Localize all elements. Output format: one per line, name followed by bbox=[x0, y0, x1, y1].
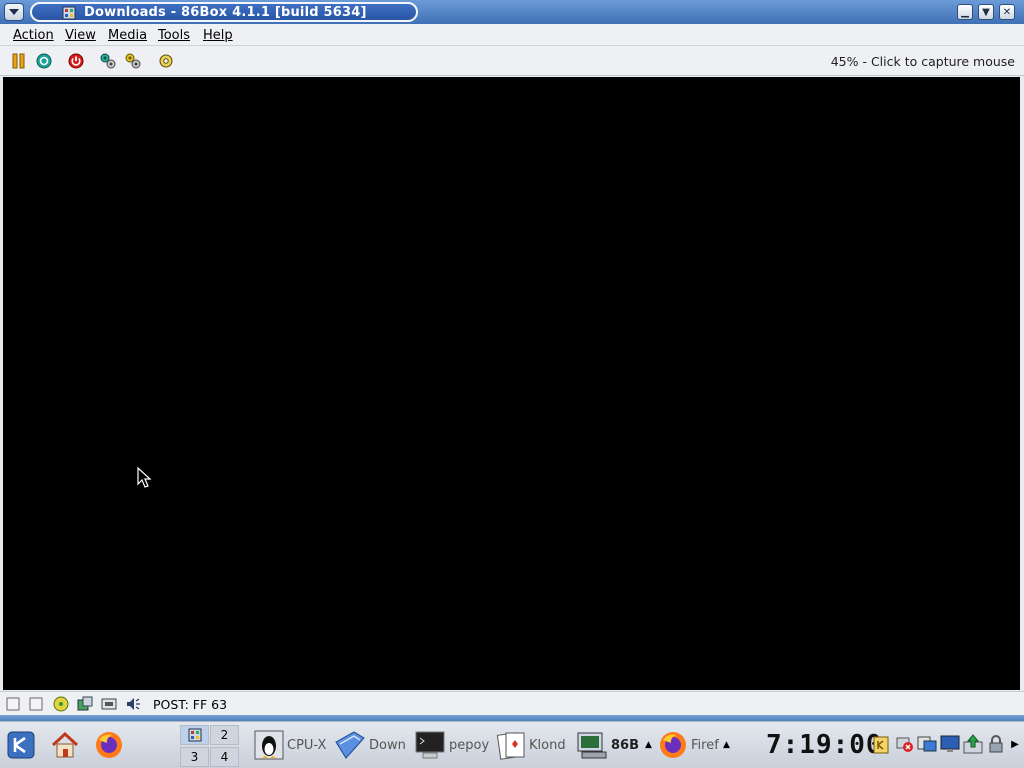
pause-button[interactable] bbox=[10, 52, 28, 70]
title-bar: Downloads - 86Box 4.1.1 [build 5634] ▁ ▼… bbox=[0, 0, 1024, 24]
hard-disk-icon[interactable] bbox=[77, 696, 93, 712]
pause-icon bbox=[12, 53, 25, 69]
task-terminal[interactable]: pepoy bbox=[414, 728, 492, 762]
taskbar: 2 3 4 CPU-X Down pepoy Klond 86B ▲ Firef… bbox=[0, 721, 1024, 768]
power-button[interactable] bbox=[67, 52, 85, 70]
pager-desktop-3[interactable]: 3 bbox=[180, 747, 209, 767]
start-menu-button[interactable] bbox=[5, 729, 37, 761]
mouse-cursor-icon bbox=[137, 467, 152, 488]
firefox-launcher[interactable] bbox=[93, 729, 125, 761]
reset-icon bbox=[36, 53, 52, 69]
title-pill: Downloads - 86Box 4.1.1 [build 5634] bbox=[30, 2, 418, 22]
cards-icon bbox=[496, 732, 525, 760]
power-icon bbox=[68, 53, 84, 69]
capture-mouse-status: 45% - Click to capture mouse bbox=[830, 54, 1015, 69]
close-button[interactable]: ✕ bbox=[999, 4, 1015, 20]
close-icon: ✕ bbox=[1002, 6, 1012, 18]
terminal-icon bbox=[415, 731, 445, 759]
klipper-icon[interactable] bbox=[871, 734, 891, 754]
tux-icon bbox=[254, 730, 284, 760]
ctrl-alt-del-button[interactable] bbox=[35, 52, 53, 70]
task-cpu-x[interactable]: CPU-X bbox=[254, 728, 330, 762]
lock-icon[interactable] bbox=[986, 734, 1006, 754]
gear-icon bbox=[159, 54, 173, 68]
folder-icon bbox=[335, 731, 365, 759]
firefox-icon bbox=[660, 732, 686, 758]
menu-action[interactable]: Action bbox=[13, 28, 54, 43]
task-firefox[interactable]: Firef ▲ bbox=[658, 728, 738, 762]
maximize-icon: ▼ bbox=[982, 6, 990, 18]
window-menu-button[interactable] bbox=[4, 3, 24, 21]
floppy-drive-1-icon[interactable] bbox=[5, 696, 21, 712]
menu-bar: Action View Media Tools Help bbox=[0, 24, 1024, 46]
minimize-button[interactable]: ▁ bbox=[957, 4, 973, 20]
firefox-icon bbox=[96, 732, 122, 758]
kde-logo-icon bbox=[7, 731, 35, 759]
emulator-screen[interactable] bbox=[3, 77, 1020, 690]
clock[interactable]: 7:19:00 bbox=[766, 730, 883, 760]
tray-expand-icon[interactable]: ▶ bbox=[1008, 734, 1022, 754]
options-button[interactable] bbox=[157, 52, 175, 70]
network-disconnected-icon[interactable] bbox=[895, 734, 915, 754]
chevron-down-icon bbox=[9, 9, 19, 15]
86box-icon bbox=[188, 728, 201, 742]
window-title: Downloads - 86Box 4.1.1 [build 5634] bbox=[84, 5, 367, 20]
display-settings-icon[interactable] bbox=[917, 734, 937, 754]
maximize-button[interactable]: ▼ bbox=[978, 4, 994, 20]
monitor-icon[interactable] bbox=[940, 734, 960, 754]
gears-icon bbox=[125, 53, 141, 69]
update-icon[interactable] bbox=[963, 734, 983, 754]
pager-desktop-2[interactable]: 2 bbox=[210, 725, 239, 745]
network-icon[interactable] bbox=[101, 696, 117, 712]
task-downloads[interactable]: Down bbox=[334, 728, 410, 762]
sound-icon[interactable] bbox=[125, 696, 141, 712]
minimize-icon: ▁ bbox=[961, 6, 969, 18]
machine-settings-button[interactable] bbox=[124, 52, 142, 70]
floppy-drive-2-icon[interactable] bbox=[28, 696, 44, 712]
menu-media[interactable]: Media bbox=[108, 28, 147, 43]
toolbar: 45% - Click to capture mouse bbox=[0, 46, 1024, 76]
post-code: POST: FF 63 bbox=[153, 697, 228, 712]
cdrom-icon[interactable] bbox=[53, 696, 69, 712]
status-bar: POST: FF 63 bbox=[0, 691, 1024, 715]
86box-icon bbox=[577, 732, 607, 759]
gears-icon bbox=[100, 53, 116, 69]
task-86box[interactable]: 86B ▲ bbox=[576, 728, 654, 762]
menu-help[interactable]: Help bbox=[203, 28, 233, 43]
group-arrow-icon: ▲ bbox=[645, 740, 652, 750]
home-icon bbox=[51, 731, 79, 758]
86box-icon bbox=[62, 6, 76, 20]
menu-view[interactable]: View bbox=[65, 28, 96, 43]
settings-button[interactable] bbox=[99, 52, 117, 70]
pager-desktop-1[interactable] bbox=[180, 725, 209, 745]
desktop-pager: 2 3 4 bbox=[180, 725, 240, 767]
task-klondike[interactable]: Klond bbox=[496, 728, 572, 762]
menu-tools[interactable]: Tools bbox=[158, 28, 190, 43]
pager-desktop-4[interactable]: 4 bbox=[210, 747, 239, 767]
group-arrow-icon: ▲ bbox=[723, 740, 730, 750]
home-launcher[interactable] bbox=[49, 729, 81, 761]
